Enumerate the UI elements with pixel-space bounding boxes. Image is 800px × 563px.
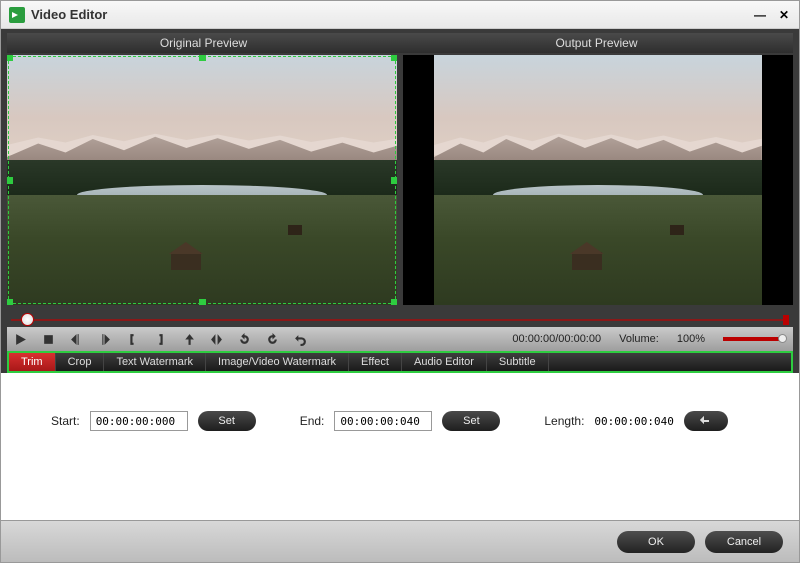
original-preview[interactable] <box>7 55 397 305</box>
start-set-button[interactable]: Set <box>198 411 256 431</box>
timeline[interactable] <box>7 307 793 327</box>
original-preview-header: Original Preview <box>7 33 400 53</box>
crop-frame[interactable] <box>8 56 396 304</box>
start-input[interactable] <box>90 411 188 431</box>
editor-content: Original Preview Output Preview <box>1 29 799 373</box>
timeline-end-marker[interactable] <box>783 315 789 325</box>
crop-handle-br[interactable] <box>391 299 397 305</box>
length-value: 00:00:00:040 <box>594 415 673 428</box>
minimize-button[interactable]: — <box>753 8 767 22</box>
stop-button[interactable] <box>41 332 55 346</box>
bracket-close-icon[interactable] <box>153 332 167 346</box>
step-back-button[interactable] <box>69 332 83 346</box>
time-display: 00:00:00/00:00:00 <box>512 333 601 345</box>
bracket-open-icon[interactable] <box>125 332 139 346</box>
end-set-button[interactable]: Set <box>442 411 500 431</box>
crop-handle-bc[interactable] <box>199 299 206 305</box>
cancel-button[interactable]: Cancel <box>705 531 783 553</box>
volume-value: 100% <box>677 333 705 345</box>
crop-handle-bl[interactable] <box>7 299 13 305</box>
step-forward-button[interactable] <box>97 332 111 346</box>
dialog-footer: OK Cancel <box>1 520 799 562</box>
crop-handle-tr[interactable] <box>391 55 397 61</box>
playback-controls: 00:00:00/00:00:00 Volume: 100% <box>7 327 793 351</box>
output-preview <box>403 55 793 305</box>
length-label: Length: <box>544 414 584 428</box>
reset-button[interactable] <box>684 411 728 431</box>
crop-handle-ml[interactable] <box>7 177 13 184</box>
rotate-right-icon[interactable] <box>265 332 279 346</box>
tab-effect[interactable]: Effect <box>349 353 402 371</box>
close-button[interactable]: ✕ <box>777 8 791 22</box>
titlebar: Video Editor — ✕ <box>1 1 799 29</box>
play-button[interactable] <box>13 332 27 346</box>
ok-button[interactable]: OK <box>617 531 695 553</box>
video-editor-window: Video Editor — ✕ Original Preview Output… <box>0 0 800 563</box>
volume-label: Volume: <box>619 333 659 345</box>
end-input[interactable] <box>334 411 432 431</box>
timeline-track[interactable] <box>11 319 789 321</box>
tab-text-watermark[interactable]: Text Watermark <box>104 353 206 371</box>
tab-audio-editor[interactable]: Audio Editor <box>402 353 487 371</box>
output-preview-header: Output Preview <box>400 33 793 53</box>
rotate-left-icon[interactable] <box>237 332 251 346</box>
flip-horizontal-icon[interactable] <box>209 332 223 346</box>
volume-thumb[interactable] <box>778 334 787 343</box>
undo-icon[interactable] <box>293 332 307 346</box>
tab-trim[interactable]: Trim <box>9 353 56 371</box>
app-icon <box>9 7 25 23</box>
timeline-thumb[interactable] <box>21 313 34 326</box>
tab-subtitle[interactable]: Subtitle <box>487 353 549 371</box>
crop-handle-mr[interactable] <box>391 177 397 184</box>
end-label: End: <box>300 414 325 428</box>
trim-panel: Start: Set End: Set Length: 00:00:00:040 <box>1 373 799 461</box>
flip-vertical-icon[interactable] <box>181 332 195 346</box>
crop-handle-tc[interactable] <box>199 55 206 61</box>
volume-slider[interactable] <box>723 337 783 341</box>
tab-image-video-watermark[interactable]: Image/Video Watermark <box>206 353 349 371</box>
editor-tabs: Trim Crop Text Watermark Image/Video Wat… <box>7 351 793 373</box>
window-title: Video Editor <box>31 7 753 22</box>
crop-handle-tl[interactable] <box>7 55 13 61</box>
tab-crop[interactable]: Crop <box>56 353 105 371</box>
start-label: Start: <box>51 414 80 428</box>
output-image <box>434 55 762 305</box>
